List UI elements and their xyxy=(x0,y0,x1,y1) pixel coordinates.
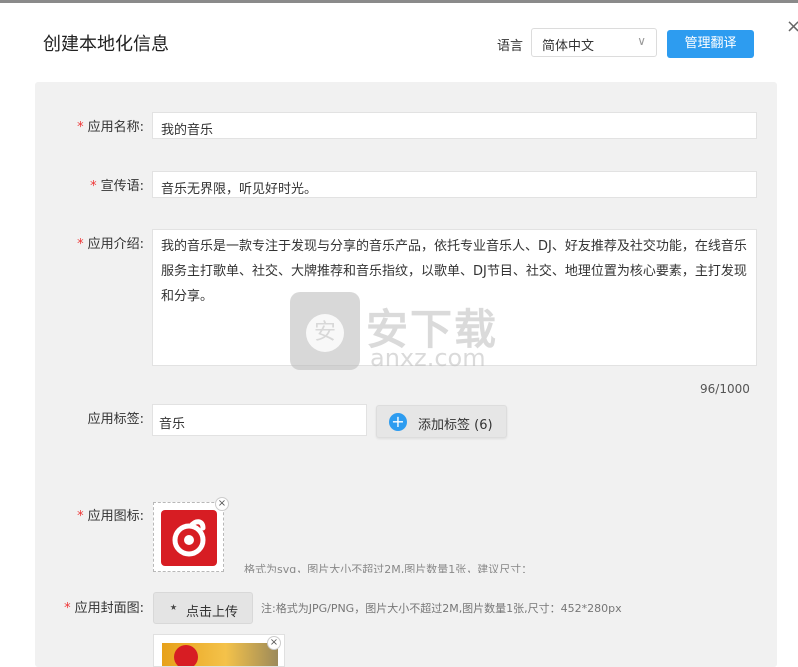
slogan-label: * 宣传语: xyxy=(90,179,144,194)
required-star: * xyxy=(77,237,84,252)
required-star: * xyxy=(64,601,71,616)
required-star: * xyxy=(77,120,84,135)
manage-translation-button[interactable]: 管理翻译 xyxy=(667,30,754,58)
form-panel xyxy=(35,82,777,667)
intro-textarea[interactable]: 我的音乐是一款专注于发现与分享的音乐产品，依托专业音乐人、DJ、好友推荐及社交功… xyxy=(152,229,757,366)
cover-logo xyxy=(174,645,198,666)
app-logo-icon xyxy=(161,510,217,566)
remove-icon-close-icon[interactable]: × xyxy=(215,497,229,511)
upload-icon: ⭑ xyxy=(170,600,178,615)
app-name-label: * 应用名称: xyxy=(77,120,144,135)
cover-hint: 注:格式为JPG/PNG，图片大小不超过2M,图片数量1张,尺寸：452*280… xyxy=(261,602,622,615)
icon-hint: 格式为svg，图片大小不超过2M,图片数量1张，建议尺寸：96*96px xyxy=(244,563,533,573)
add-tag-button[interactable]: + 添加标签 (6) xyxy=(376,405,507,438)
language-select-value: 简体中文 xyxy=(542,39,595,54)
chevron-down-icon: ∨ xyxy=(637,34,646,48)
language-label: 语言 xyxy=(497,39,524,54)
language-select[interactable]: 简体中文 ∨ xyxy=(531,28,657,57)
cover-label: * 应用封面图: xyxy=(64,601,144,616)
cover-preview xyxy=(153,634,285,667)
tag-input[interactable]: 音乐 xyxy=(152,404,367,436)
window-top-border xyxy=(0,0,798,3)
required-star: * xyxy=(77,509,84,524)
app-icon-upload-box[interactable] xyxy=(153,502,224,572)
slogan-input[interactable]: 音乐无界限，听见好时光。 xyxy=(152,171,757,198)
close-icon[interactable]: × xyxy=(786,16,798,37)
upload-cover-button[interactable]: ⭑ 点击上传 xyxy=(153,592,253,624)
dialog-title: 创建本地化信息 xyxy=(43,34,169,55)
intro-label: * 应用介绍: xyxy=(77,237,144,252)
required-star: * xyxy=(90,179,97,194)
icon-label: * 应用图标: xyxy=(77,509,144,524)
intro-char-counter: 96/1000 xyxy=(700,382,750,396)
remove-cover-close-icon[interactable]: × xyxy=(267,636,281,650)
app-name-input[interactable]: 我的音乐 xyxy=(152,112,757,139)
tags-label: 应用标签: xyxy=(87,412,144,427)
plus-icon: + xyxy=(389,413,407,431)
